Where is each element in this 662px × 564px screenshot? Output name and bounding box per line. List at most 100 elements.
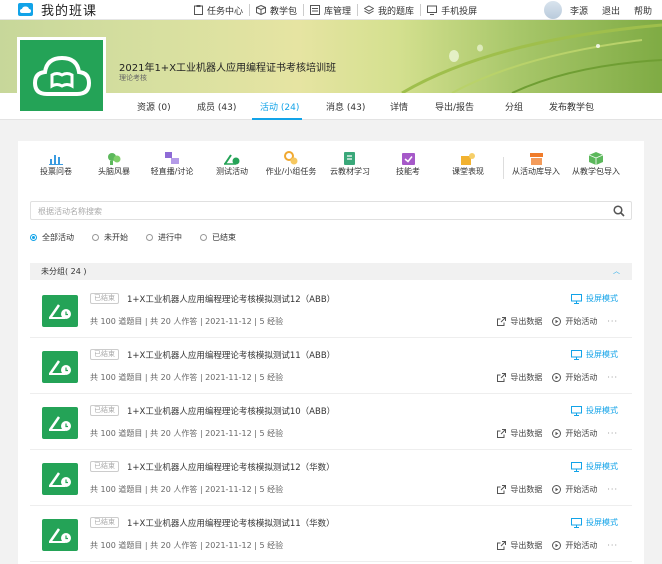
topnav-task-center[interactable]: 任务中心 bbox=[188, 4, 251, 17]
phone-cast-icon bbox=[427, 5, 438, 15]
activity-title[interactable]: 1+X工业机器人应用编程理论考核模拟测试10（ABB） bbox=[127, 405, 335, 417]
tool-brainstorm[interactable]: 头脑风暴 bbox=[84, 149, 144, 177]
export-data-button[interactable]: 导出数据 bbox=[497, 428, 542, 439]
live-discuss-icon bbox=[165, 152, 179, 164]
tool-label: 投票问卷 bbox=[40, 167, 72, 176]
topnav-label: 我的题库 bbox=[378, 6, 415, 17]
start-activity-button[interactable]: 开始活动 bbox=[552, 428, 597, 439]
tool-performance[interactable]: 课堂表现 bbox=[438, 149, 498, 177]
activity-row[interactable]: 已结束 1+X工业机器人应用编程理论考核模拟测试11（ABB） 共 100 道题… bbox=[30, 338, 632, 394]
vote-icon bbox=[49, 155, 63, 165]
filter-all[interactable]: 全部活动 bbox=[30, 232, 74, 243]
tab-details[interactable]: 详情 bbox=[390, 100, 408, 113]
export-icon bbox=[497, 429, 507, 438]
projection-mode-button[interactable]: 投屏模式 bbox=[571, 293, 618, 304]
tool-skill-exam[interactable]: 技能考 bbox=[378, 149, 438, 177]
more-options-icon[interactable]: ··· bbox=[607, 317, 618, 326]
tab-messages[interactable]: 消息 (43) bbox=[326, 100, 365, 113]
user-name[interactable]: 李源 bbox=[570, 4, 588, 17]
projector-icon bbox=[571, 405, 582, 416]
export-data-button[interactable]: 导出数据 bbox=[497, 372, 542, 383]
tab-export-report[interactable]: 导出/报告 bbox=[435, 100, 474, 113]
activity-row[interactable]: 已结束 1+X工业机器人应用编程理论考核模拟测试12（华数） 共 100 道题目… bbox=[30, 450, 632, 506]
row-actions: 导出数据 开始活动 ··· bbox=[497, 540, 618, 551]
homework-icon bbox=[284, 151, 298, 165]
activity-row[interactable]: 已结束 1+X工业机器人应用编程理论考核模拟测试10（ABB） 共 100 道题… bbox=[30, 394, 632, 450]
projection-mode-label: 投屏模式 bbox=[586, 518, 618, 527]
projection-mode-button[interactable]: 投屏模式 bbox=[571, 349, 618, 360]
export-icon bbox=[497, 485, 507, 494]
export-data-label: 导出数据 bbox=[510, 429, 543, 438]
topnav-phone-cast[interactable]: 手机投屏 bbox=[421, 4, 483, 17]
projection-mode-button[interactable]: 投屏模式 bbox=[571, 405, 618, 416]
topnav-label: 库管理 bbox=[324, 6, 352, 17]
projection-mode-label: 投屏模式 bbox=[586, 406, 618, 415]
tool-live-discuss[interactable]: 轻直播/讨论 bbox=[142, 149, 202, 177]
filter-not-started[interactable]: 未开始 bbox=[92, 232, 128, 243]
more-options-icon[interactable]: ··· bbox=[607, 373, 618, 382]
tool-homework[interactable]: 作业/小组任务 bbox=[261, 149, 321, 177]
play-circle-icon bbox=[552, 373, 562, 382]
topnav-library[interactable]: 库管理 bbox=[304, 4, 359, 17]
more-options-icon[interactable]: ··· bbox=[607, 485, 618, 494]
start-activity-label: 开始活动 bbox=[565, 429, 598, 438]
activity-title[interactable]: 1+X工业机器人应用编程理论考核模拟测试12（华数） bbox=[127, 461, 335, 473]
projection-mode-button[interactable]: 投屏模式 bbox=[571, 461, 618, 472]
tab-groups[interactable]: 分组 bbox=[505, 100, 523, 113]
activity-title[interactable]: 1+X工业机器人应用编程理论考核模拟测试11（华数） bbox=[127, 517, 335, 529]
activity-search-input[interactable]: 根据活动名称搜索 bbox=[30, 201, 632, 220]
status-badge: 已结束 bbox=[90, 349, 119, 360]
projection-mode-button[interactable]: 投屏模式 bbox=[571, 517, 618, 528]
tool-import-library[interactable]: 从活动库导入 bbox=[506, 149, 566, 177]
question-bank-icon bbox=[364, 5, 375, 15]
tool-vote[interactable]: 投票问卷 bbox=[26, 149, 86, 177]
filter-in-progress[interactable]: 进行中 bbox=[146, 232, 182, 243]
avatar[interactable] bbox=[543, 1, 562, 19]
activity-title[interactable]: 1+X工业机器人应用编程理论考核模拟测试11（ABB） bbox=[127, 349, 335, 361]
more-options-icon[interactable]: ··· bbox=[607, 429, 618, 438]
chevron-up-icon[interactable]: ︿ bbox=[613, 266, 620, 276]
start-activity-button[interactable]: 开始活动 bbox=[552, 316, 597, 327]
start-activity-button[interactable]: 开始活动 bbox=[552, 372, 597, 383]
activity-title[interactable]: 1+X工业机器人应用编程理论考核模拟测试12（ABB） bbox=[127, 293, 335, 305]
filter-ended[interactable]: 已结束 bbox=[200, 232, 236, 243]
play-circle-icon bbox=[552, 485, 562, 494]
export-data-button[interactable]: 导出数据 bbox=[497, 316, 542, 327]
tab-resources[interactable]: 资源 (0) bbox=[137, 100, 171, 113]
start-activity-button[interactable]: 开始活动 bbox=[552, 484, 597, 495]
status-badge: 已结束 bbox=[90, 517, 119, 528]
tool-cloud-textbook[interactable]: 云教材学习 bbox=[320, 149, 380, 177]
test-icon bbox=[224, 154, 240, 165]
radio-icon[interactable] bbox=[200, 234, 207, 241]
export-data-button[interactable]: 导出数据 bbox=[497, 484, 542, 495]
radio-checked-icon[interactable] bbox=[30, 234, 37, 241]
activity-row[interactable]: 已结束 1+X工业机器人应用编程理论考核模拟测试12（ABB） 共 100 道题… bbox=[30, 282, 632, 338]
start-activity-label: 开始活动 bbox=[565, 541, 598, 550]
export-data-label: 导出数据 bbox=[510, 373, 543, 382]
tool-test[interactable]: 测试活动 bbox=[202, 149, 262, 177]
activity-row[interactable]: 已结束 1+X工业机器人应用编程理论考核模拟测试11（华数） 共 100 道题目… bbox=[30, 506, 632, 562]
help-link[interactable]: 帮助 bbox=[634, 4, 652, 17]
export-icon bbox=[497, 373, 507, 382]
topnav-question-bank[interactable]: 我的题库 bbox=[358, 4, 422, 17]
tab-publish-package[interactable]: 发布教学包 bbox=[549, 100, 594, 113]
user-area: 李源 退出 帮助 bbox=[543, 0, 652, 20]
tab-activities[interactable]: 活动 (24) bbox=[260, 100, 299, 113]
export-icon bbox=[497, 541, 507, 550]
app-title[interactable]: 我的班课 bbox=[41, 0, 97, 19]
tool-import-package[interactable]: 从教学包导入 bbox=[566, 149, 626, 177]
radio-icon[interactable] bbox=[92, 234, 99, 241]
logout-link[interactable]: 退出 bbox=[602, 4, 620, 17]
start-activity-button[interactable]: 开始活动 bbox=[552, 540, 597, 551]
group-title: 未分组( 24 ) bbox=[41, 267, 87, 276]
brainstorm-icon bbox=[108, 153, 121, 165]
row-actions: 导出数据 开始活动 ··· bbox=[497, 484, 618, 495]
topnav-teaching-package[interactable]: 教学包 bbox=[250, 4, 305, 17]
radio-icon[interactable] bbox=[146, 234, 153, 241]
export-data-button[interactable]: 导出数据 bbox=[497, 540, 542, 551]
more-options-icon[interactable]: ··· bbox=[607, 541, 618, 550]
group-header[interactable]: 未分组( 24 ) ︿ bbox=[30, 263, 632, 280]
search-icon[interactable] bbox=[613, 205, 625, 217]
play-circle-icon bbox=[552, 541, 562, 550]
tab-members[interactable]: 成员 (43) bbox=[197, 100, 236, 113]
